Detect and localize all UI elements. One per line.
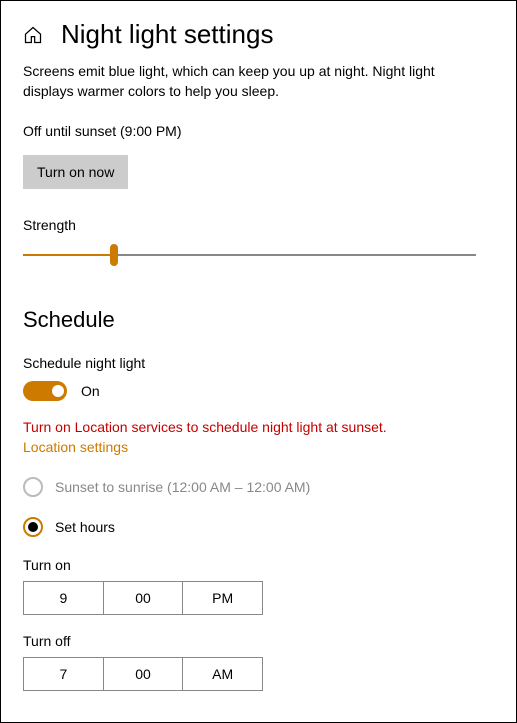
description-text: Screens emit blue light, which can keep …	[23, 62, 476, 101]
turn-on-period[interactable]: PM	[183, 582, 262, 614]
page-title: Night light settings	[61, 19, 273, 50]
slider-thumb[interactable]	[110, 244, 118, 266]
location-warning: Turn on Location services to schedule ni…	[23, 419, 476, 435]
home-icon[interactable]	[23, 25, 43, 45]
turn-off-time-picker[interactable]: 7 00 AM	[23, 657, 263, 691]
turn-off-label: Turn off	[23, 633, 476, 649]
schedule-toggle-state: On	[81, 383, 100, 399]
turn-off-period[interactable]: AM	[183, 658, 262, 690]
turn-on-now-button[interactable]: Turn on now	[23, 155, 128, 189]
radio-sunset	[23, 477, 43, 497]
strength-slider[interactable]	[23, 243, 476, 267]
radio-set-hours-label: Set hours	[55, 519, 115, 535]
radio-sunset-label: Sunset to sunrise (12:00 AM – 12:00 AM)	[55, 479, 310, 495]
location-settings-link[interactable]: Location settings	[23, 439, 128, 455]
turn-on-minute[interactable]: 00	[104, 582, 184, 614]
radio-set-hours[interactable]	[23, 517, 43, 537]
status-text: Off until sunset (9:00 PM)	[23, 123, 476, 139]
schedule-toggle-label: Schedule night light	[23, 355, 476, 371]
strength-label: Strength	[23, 217, 476, 233]
turn-on-time-picker[interactable]: 9 00 PM	[23, 581, 263, 615]
schedule-title: Schedule	[23, 307, 476, 333]
turn-off-hour[interactable]: 7	[24, 658, 104, 690]
schedule-toggle[interactable]	[23, 381, 67, 401]
turn-on-label: Turn on	[23, 557, 476, 573]
turn-on-hour[interactable]: 9	[24, 582, 104, 614]
turn-off-minute[interactable]: 00	[104, 658, 184, 690]
